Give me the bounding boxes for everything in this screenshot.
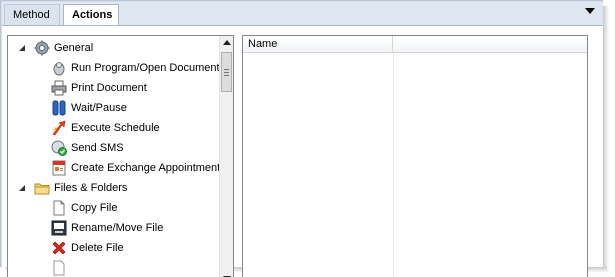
actions-tree[interactable]: General Run Program/Open Document Print … — [7, 35, 234, 277]
tree-group-general[interactable]: General — [8, 38, 218, 58]
actions-panel: Method Actions General Run Program/Open … — [0, 0, 603, 277]
scroll-grip-line — [224, 69, 229, 70]
tree-item-delete-file[interactable]: Delete File — [8, 238, 218, 258]
printer-icon — [51, 80, 67, 96]
collapse-arrow-icon[interactable] — [19, 45, 25, 51]
pause-icon — [51, 100, 67, 116]
tree-item-send-sms[interactable]: Send SMS — [8, 138, 218, 158]
tree-item-wait-pause[interactable]: Wait/Pause — [8, 98, 218, 118]
execute-schedule-icon — [51, 120, 67, 136]
tab-content: General Run Program/Open Document Print … — [2, 25, 603, 277]
file-icon — [51, 260, 67, 276]
sms-icon — [51, 140, 67, 156]
tree-item-label: Copy File — [71, 202, 118, 214]
actions-grid[interactable]: Name — [242, 35, 588, 277]
tree-item-label: Send SMS — [71, 142, 124, 154]
collapse-arrow-icon[interactable] — [19, 185, 25, 191]
tree-item-label: Print Document — [71, 82, 147, 94]
tab-strip: Method Actions — [2, 2, 603, 28]
column-header-name[interactable]: Name — [243, 36, 393, 53]
tree-item-create-exchange-appointment[interactable]: Create Exchange Appointment — [8, 158, 221, 178]
panel-shadow-right — [603, 6, 609, 272]
tree-item-label: Create Exchange Appointment — [71, 162, 221, 174]
column-header-empty[interactable] — [393, 36, 587, 53]
tree-item-partial[interactable] — [8, 258, 218, 277]
run-program-icon — [51, 60, 67, 76]
grid-header: Name — [243, 36, 587, 53]
column-divider — [393, 53, 394, 277]
tree-group-label: Files & Folders — [54, 182, 128, 194]
rename-file-icon — [51, 220, 67, 236]
tree-vertical-scrollbar[interactable] — [219, 36, 233, 277]
tree-group-files-folders[interactable]: Files & Folders — [8, 178, 218, 198]
tree-item-copy-file[interactable]: Copy File — [8, 198, 218, 218]
tree-item-label: Delete File — [71, 242, 124, 254]
gear-icon — [34, 40, 50, 56]
tree-item-label: Execute Schedule — [71, 122, 160, 134]
delete-icon — [51, 240, 67, 256]
tree-item-label: Wait/Pause — [71, 102, 127, 114]
scroll-thumb[interactable] — [221, 52, 232, 92]
tree-item-execute-schedule[interactable]: Execute Schedule — [8, 118, 218, 138]
tree-item-run-program[interactable]: Run Program/Open Document — [8, 58, 220, 78]
exchange-appointment-icon — [51, 160, 67, 176]
tree-item-label: Rename/Move File — [71, 222, 164, 234]
tab-method[interactable]: Method — [4, 4, 60, 26]
tree-item-label: Run Program/Open Document — [71, 62, 220, 74]
folder-icon — [34, 180, 50, 196]
tab-dropdown-arrow-icon[interactable] — [585, 8, 595, 14]
tree-item-print-document[interactable]: Print Document — [8, 78, 218, 98]
tree-item-rename-move-file[interactable]: Rename/Move File — [8, 218, 218, 238]
copy-file-icon — [51, 200, 67, 216]
scroll-grip-line — [224, 72, 229, 73]
scroll-up-arrow-icon[interactable] — [223, 40, 231, 45]
scroll-grip-line — [224, 75, 229, 76]
tree-group-label: General — [54, 42, 94, 54]
